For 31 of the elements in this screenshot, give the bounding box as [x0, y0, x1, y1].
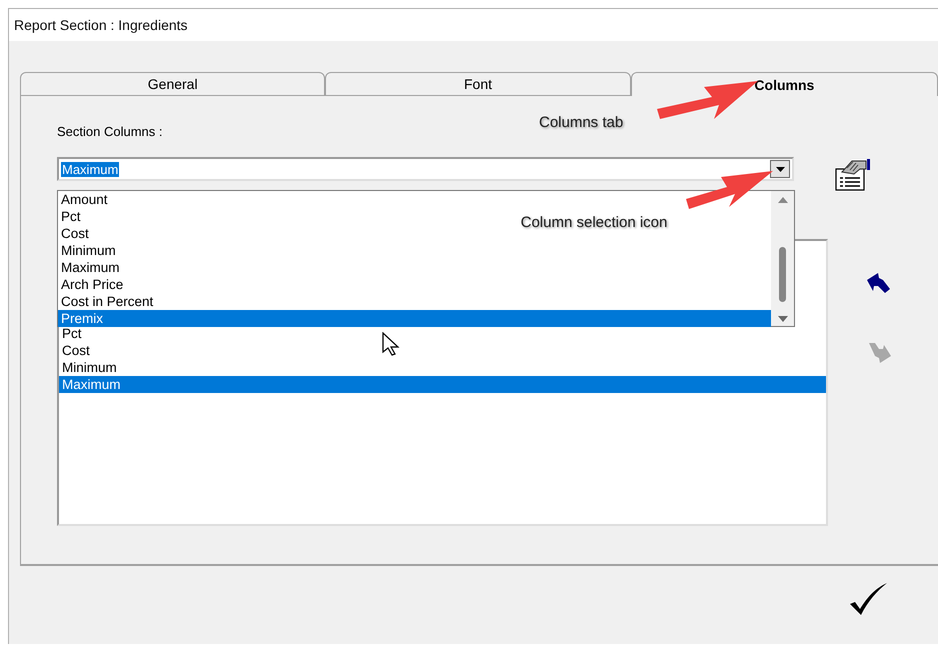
dropdown-option[interactable]: Pct	[58, 208, 85, 225]
scroll-up-icon[interactable]	[778, 197, 788, 203]
tab[interactable]: Columns	[630, 72, 938, 96]
window-title: Report Section : Ingredients	[14, 17, 188, 33]
dropdown-option[interactable]: Premix	[58, 310, 771, 327]
scroll-thumb[interactable]	[779, 247, 786, 302]
tab[interactable]: General	[20, 72, 326, 96]
dropdown-option[interactable]: Minimum	[58, 242, 120, 259]
dropdown-button[interactable]	[770, 160, 790, 178]
checkmark-icon	[848, 582, 888, 616]
dropdown-value: Maximum	[61, 162, 120, 176]
column-dropdown[interactable]: Maximum	[57, 157, 794, 181]
list-item[interactable]: Pct	[59, 325, 826, 342]
field-label: Section Columns :	[57, 124, 164, 139]
dropdown-option[interactable]: Cost	[58, 225, 93, 242]
list-item[interactable]: Maximum	[59, 376, 826, 393]
tab[interactable]: Font	[325, 72, 631, 96]
annotation-text: Column selection icon	[520, 214, 668, 231]
list-item[interactable]: Minimum	[59, 359, 826, 376]
annotation-text: Columns tab	[539, 114, 624, 131]
scrollbar[interactable]	[771, 191, 794, 326]
list-item[interactable]: Cost	[59, 342, 826, 359]
move-up-button[interactable]	[866, 272, 892, 294]
dropdown-option[interactable]: Arch Price	[58, 276, 128, 293]
dropdown-option[interactable]: Amount	[58, 191, 112, 208]
ok-button[interactable]	[848, 582, 888, 616]
scroll-down-icon[interactable]	[778, 316, 788, 322]
dropdown-option[interactable]: Cost in Percent	[58, 293, 158, 310]
caret-icon	[776, 166, 784, 172]
dropdown-option[interactable]: Maximum	[58, 259, 124, 276]
mouse-cursor-icon	[382, 332, 400, 356]
